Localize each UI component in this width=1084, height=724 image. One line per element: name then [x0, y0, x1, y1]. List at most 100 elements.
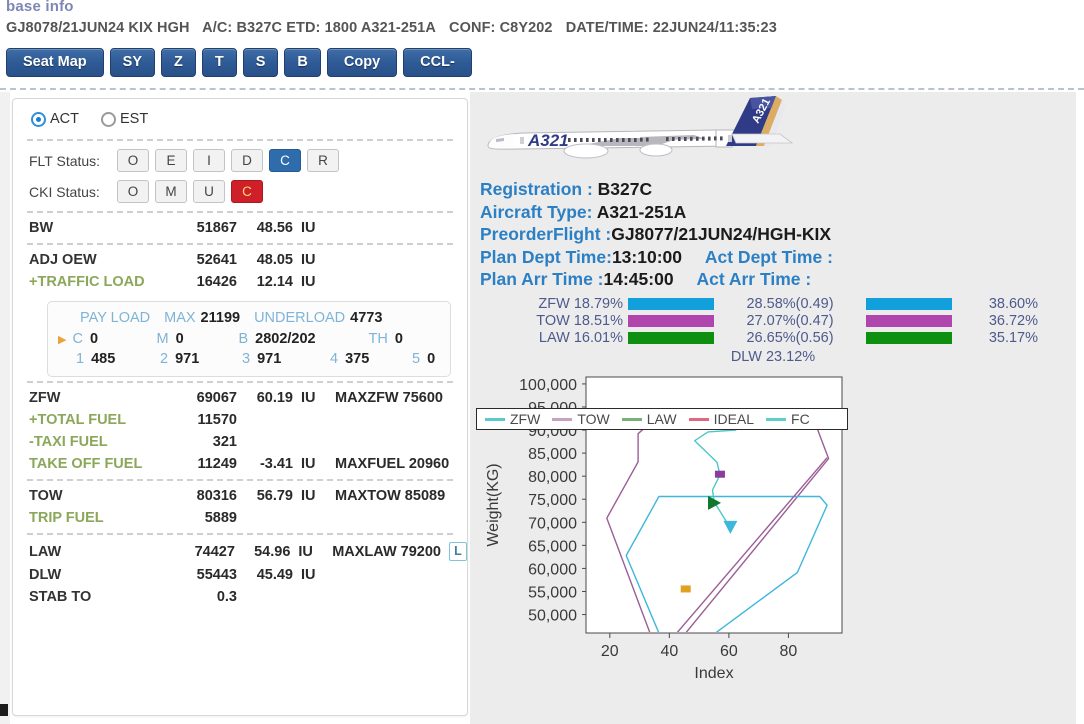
hold-2: 2 971: [160, 351, 242, 367]
legend-item-ideal: IDEAL: [688, 411, 755, 427]
info-arr-time: Plan Arr Time :14:45:00 Act Arr Time :: [480, 268, 1076, 291]
y-tick-label: 100,000: [519, 376, 577, 393]
copy-button[interactable]: Copy: [326, 48, 398, 77]
y-tick-label: 70,000: [528, 515, 577, 532]
plan-arr-time-label: Plan Arr Time :: [480, 269, 604, 289]
chart-marker: [714, 470, 725, 478]
law-max: MAXLAW 79200 L: [318, 542, 467, 561]
row-law: LAW 74427 54.96 IU MAXLAW 79200 L: [13, 539, 467, 564]
sy-button[interactable]: SY: [109, 48, 156, 77]
hold-3-key: 3: [242, 351, 251, 367]
cki-status-option-m[interactable]: M: [155, 180, 187, 203]
tow-index: 56.79: [256, 488, 293, 504]
traffic-load-index: 12.14: [256, 274, 293, 290]
cg-zfw-mid: 28.58%(0.49): [746, 295, 834, 312]
y-axis-label: Weight(KG): [485, 463, 502, 546]
act-est-radio-group: ACT EST: [13, 99, 467, 135]
row-trip-fuel: TRIP FUEL 5889: [13, 507, 467, 529]
tow-max: MAXTOW 85089: [335, 488, 446, 504]
act-arr-time-label: Act Arr Time :: [696, 269, 812, 289]
cg-row-tow: TOW 18.51% 27.07%(0.47) 36.72%: [470, 313, 1076, 330]
divider: [27, 243, 453, 245]
flt-status-option-e[interactable]: E: [155, 149, 187, 172]
cg-zfw-bar-right: [866, 298, 952, 310]
take-off-fuel-unit: IU: [301, 456, 316, 472]
radio-est-label: EST: [120, 111, 149, 127]
flt-status-option-i[interactable]: I: [193, 149, 225, 172]
flt-status-option-o[interactable]: O: [117, 149, 149, 172]
info-dept-time: Plan Dept Time:13:10:00 Act Dept Time :: [480, 246, 1076, 269]
cki-status-option-u[interactable]: U: [193, 180, 225, 203]
plan-dept-time-value: 13:10:00: [611, 246, 682, 267]
cg-law-label: LAW 16.01%: [538, 329, 623, 346]
law-value: 74427: [194, 544, 235, 560]
flt-status-row: FLT Status: O E I D C R: [13, 145, 467, 176]
divider: [27, 479, 453, 481]
plan-dept-time-label: Plan Dept Time:: [480, 246, 612, 267]
law-unit: IU: [298, 544, 313, 560]
seat-map-button[interactable]: Seat Map: [6, 48, 104, 77]
payload-cell-th-key: TH: [368, 331, 388, 347]
take-off-fuel-index: -3.41: [259, 456, 293, 472]
bw-label: BW: [29, 220, 54, 236]
registration-value: B327C: [597, 179, 653, 199]
legend-label-fc: FC: [791, 411, 810, 427]
taxi-fuel-value: 321: [212, 434, 237, 450]
payload-cell-m: M0: [156, 331, 238, 347]
t-button[interactable]: T: [201, 48, 237, 77]
take-off-fuel-max: MAXFUEL 20960: [335, 456, 450, 472]
flt-status-option-d[interactable]: D: [231, 149, 263, 172]
cg-law-end: 35.17%: [988, 329, 1038, 346]
legend-item-fc: FC: [766, 411, 810, 427]
s-button[interactable]: S: [242, 48, 279, 77]
zfw-unit: IU: [301, 390, 316, 406]
cg-tow-mid: 27.07%(0.47): [746, 312, 834, 329]
radio-act-icon[interactable]: [31, 111, 46, 127]
expand-triangle-icon[interactable]: ▶: [58, 333, 66, 346]
payload-underload-label: UNDERLOAD: [254, 310, 346, 326]
adj-oew-value: 52641: [196, 252, 237, 268]
act-dept-time-label: Act Dept Time :: [704, 246, 833, 267]
radio-est-icon[interactable]: [101, 111, 116, 127]
zfw-max: MAXZFW 75600: [335, 390, 443, 406]
cki-status-option-o[interactable]: O: [117, 180, 149, 203]
traffic-load-label: +TRAFFIC LOAD: [29, 274, 145, 290]
flt-status-option-c[interactable]: C: [269, 149, 301, 172]
ccl-button[interactable]: CCL-: [403, 48, 472, 77]
taxi-fuel-label: -TAXI FUEL: [29, 434, 108, 450]
aircraft-panel: A321 A321 Registration: B327C Aircraft …: [470, 92, 1076, 724]
cg-law-mid: 26.65%(0.56): [746, 329, 834, 346]
flight-info-segment: GJ8078/21JUN24 KIX HGH: [6, 20, 190, 36]
info-preorder-flight: PreorderFlight :GJ8077/21JUN24/HGH-KIX: [480, 223, 1076, 246]
aircraft-type-value: A321-251A: [596, 201, 687, 222]
law-l-badge[interactable]: L: [449, 542, 467, 561]
legend-swatch-ideal: [688, 417, 709, 421]
radio-est[interactable]: EST: [101, 111, 148, 127]
z-button[interactable]: Z: [161, 48, 196, 77]
legend-swatch-zfw: [485, 417, 505, 421]
flt-status-option-r[interactable]: R: [307, 149, 339, 172]
cki-status-option-c[interactable]: C: [231, 180, 263, 203]
payload-summary: PAY LOAD MAX 21199 UNDERLOAD 4773: [58, 310, 440, 326]
tow-unit: IU: [301, 488, 316, 504]
cg-tow-bar-right: [866, 315, 952, 327]
b-button[interactable]: B: [284, 48, 321, 77]
legend-item-zfw: ZFW: [485, 411, 540, 427]
payload-compartments: ▶ C0 M0 B 2802/202 TH 0: [58, 331, 440, 347]
trip-fuel-label: TRIP FUEL: [29, 510, 104, 526]
cg-tow-end: 36.72%: [988, 312, 1038, 329]
payload-cell-b-key: B: [238, 331, 249, 347]
adj-oew-label: ADJ OEW: [29, 252, 97, 268]
row-traffic-load: +TRAFFIC LOAD 16426 12.14 IU: [13, 271, 467, 293]
header-divider: [0, 88, 1084, 90]
row-dlw: DLW 55443 45.49 IU: [13, 564, 467, 586]
x-axis-label: Index: [694, 665, 733, 682]
legend-label-ideal: IDEAL: [713, 411, 755, 427]
bw-unit: IU: [301, 220, 316, 236]
hold-1: 1 485: [76, 351, 160, 367]
radio-act[interactable]: ACT: [31, 111, 79, 127]
adj-oew-unit: IU: [301, 252, 316, 268]
right-edge-strip: [1076, 92, 1084, 724]
legend-swatch-law: [621, 417, 642, 421]
adj-oew-index: 48.05: [256, 252, 293, 268]
